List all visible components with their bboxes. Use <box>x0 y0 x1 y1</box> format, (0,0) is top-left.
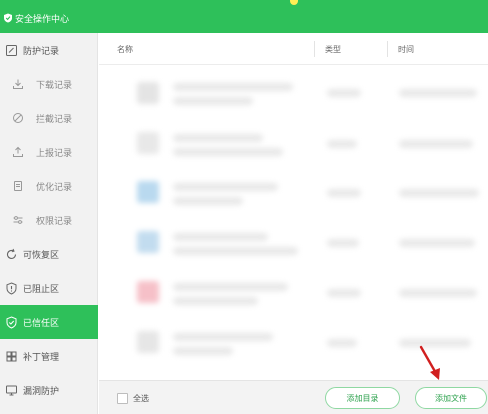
sidebar-item-label: 下载记录 <box>36 80 73 91</box>
sidebar-item-patch-management[interactable]: 补丁管理 <box>0 339 98 373</box>
document-icon <box>10 178 26 194</box>
table-row[interactable] <box>99 219 488 267</box>
blurred-path <box>173 297 258 305</box>
blocked-shield-icon <box>3 280 19 296</box>
file-icon <box>137 181 159 203</box>
table-row[interactable] <box>99 269 488 317</box>
table-row[interactable] <box>99 169 488 217</box>
blurred-type <box>327 289 361 297</box>
sidebar-item-label: 优化记录 <box>36 182 73 193</box>
select-all-checkbox[interactable] <box>117 393 128 404</box>
title-bar: 安全操作中心 <box>0 0 488 33</box>
action-bar: 全选 添加目录 添加文件 <box>99 380 488 414</box>
file-icon <box>137 82 159 104</box>
sidebar: 防护记录 下载记录 拦截记录 上报记录 优化记录 权限记录 可恢复区 已阻止区 … <box>0 33 98 414</box>
blurred-time <box>399 189 479 197</box>
blurred-time <box>399 289 477 297</box>
blurred-name <box>173 283 288 291</box>
file-icon <box>137 231 159 253</box>
sidebar-item-report-records[interactable]: 上报记录 <box>0 135 98 169</box>
column-header-name[interactable]: 名称 <box>117 44 133 55</box>
sidebar-item-label: 拦截记录 <box>36 114 73 125</box>
sidebar-item-block-records[interactable]: 拦截记录 <box>0 101 98 135</box>
blurred-type <box>327 89 361 97</box>
sidebar-item-label: 已阻止区 <box>23 284 60 295</box>
blurred-path <box>173 247 298 255</box>
shield-record-icon <box>3 42 19 58</box>
sidebar-item-label: 上报记录 <box>36 148 73 159</box>
blurred-type <box>327 239 359 247</box>
table-header: 名称 类型 时间 <box>99 33 488 65</box>
file-icon <box>137 281 159 303</box>
app-logo-icon <box>4 13 12 23</box>
sidebar-item-label: 已信任区 <box>23 318 60 329</box>
column-header-time[interactable]: 时间 <box>398 44 414 55</box>
add-file-button[interactable]: 添加文件 <box>415 387 487 409</box>
blurred-type <box>327 140 357 148</box>
toggle-icon <box>10 212 26 228</box>
sidebar-item-label: 权限记录 <box>36 216 73 227</box>
sidebar-item-download-records[interactable]: 下载记录 <box>0 67 98 101</box>
title-decoration <box>290 0 298 5</box>
blurred-path <box>173 347 233 355</box>
column-header-type[interactable]: 类型 <box>325 44 341 55</box>
annotation-arrow-icon <box>419 345 440 380</box>
sidebar-item-label: 补丁管理 <box>23 352 60 363</box>
column-divider <box>314 41 315 57</box>
add-directory-button[interactable]: 添加目录 <box>325 387 400 409</box>
sidebar-item-trusted-zone[interactable]: 已信任区 <box>0 305 98 339</box>
sidebar-item-permission-records[interactable]: 权限记录 <box>0 203 98 237</box>
sidebar-item-vulnerability-protection[interactable]: 漏洞防护 <box>0 373 98 407</box>
blurred-time <box>399 89 477 97</box>
table-row[interactable] <box>99 69 488 117</box>
sidebar-item-blocked-zone[interactable]: 已阻止区 <box>0 271 98 305</box>
file-icon <box>137 331 159 353</box>
blurred-time <box>399 140 473 148</box>
download-icon <box>10 76 26 92</box>
sidebar-item-label: 漏洞防护 <box>23 386 60 397</box>
patch-grid-icon <box>3 348 19 364</box>
sidebar-item-optimize-records[interactable]: 优化记录 <box>0 169 98 203</box>
trusted-shield-icon <box>3 314 19 330</box>
blurred-name <box>173 333 273 341</box>
window-title: 安全操作中心 <box>15 15 70 25</box>
blurred-name <box>173 83 293 91</box>
upload-icon <box>10 144 26 160</box>
file-icon <box>137 132 159 154</box>
blurred-path <box>173 197 243 205</box>
block-icon <box>10 110 26 126</box>
blurred-name <box>173 134 263 142</box>
blurred-type <box>327 339 357 347</box>
table-row[interactable] <box>99 119 488 167</box>
blurred-path <box>173 97 253 105</box>
blurred-path <box>173 148 283 156</box>
blurred-name <box>173 233 268 241</box>
blurred-time <box>399 239 475 247</box>
sidebar-item-recoverable-zone[interactable]: 可恢复区 <box>0 237 98 271</box>
restore-icon <box>3 246 19 262</box>
select-all-label[interactable]: 全选 <box>133 393 149 404</box>
blurred-type <box>327 189 361 197</box>
blurred-name <box>173 183 278 191</box>
monitor-icon <box>3 382 19 398</box>
sidebar-item-label: 防护记录 <box>23 46 60 57</box>
sidebar-item-protection-records[interactable]: 防护记录 <box>0 33 98 67</box>
sidebar-item-label: 可恢复区 <box>23 250 60 261</box>
column-divider <box>387 41 388 57</box>
